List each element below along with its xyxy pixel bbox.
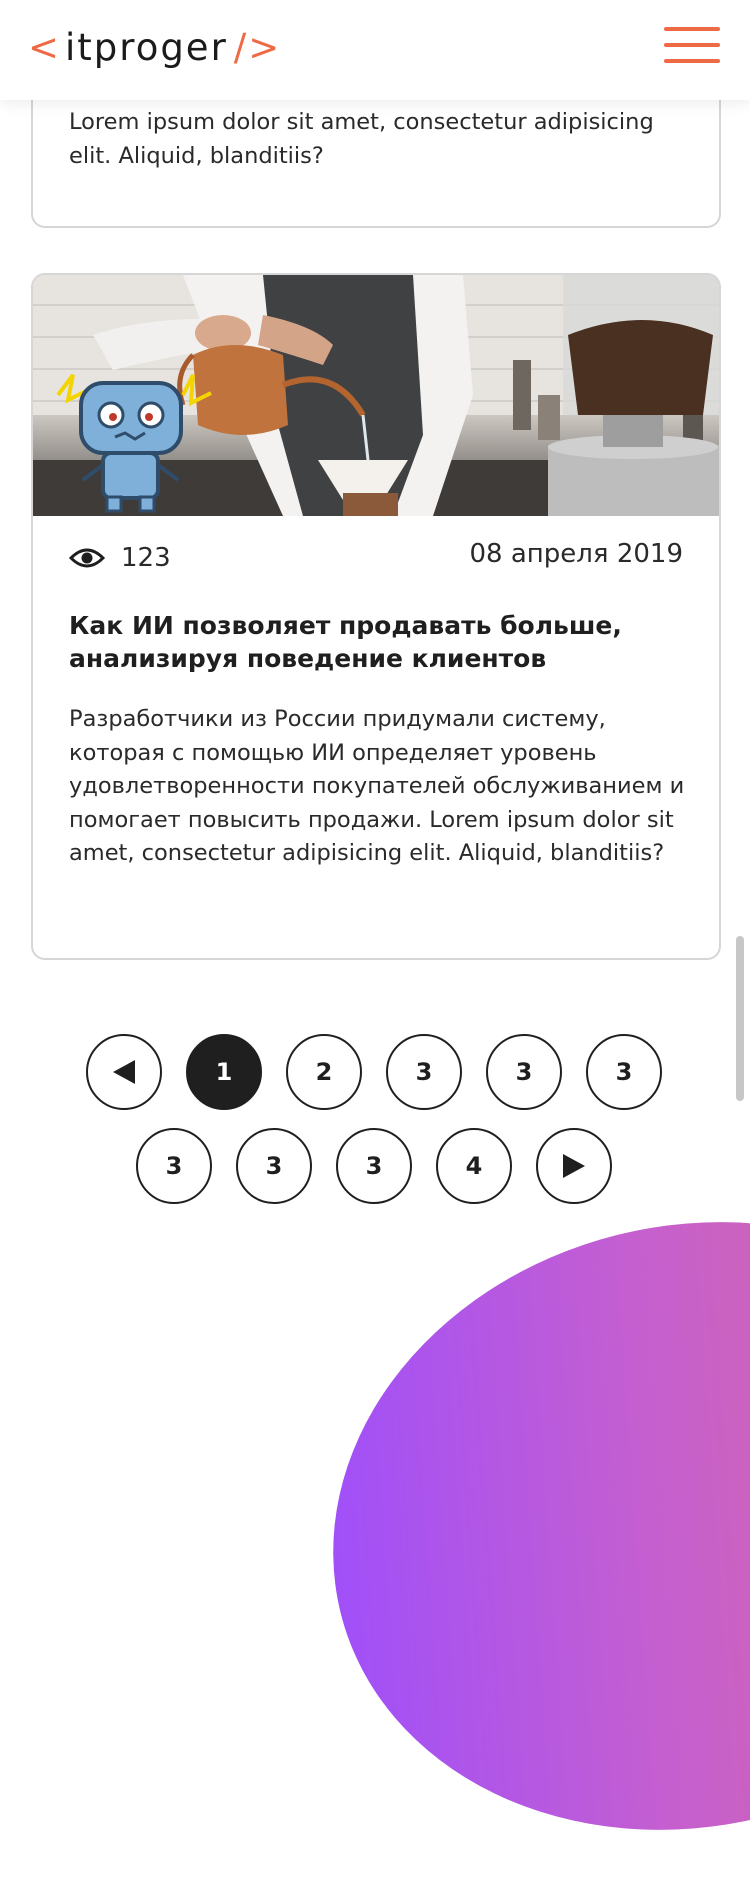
article-image[interactable] (33, 275, 719, 516)
pagination-page[interactable]: 3 (136, 1128, 212, 1204)
menu-icon-bar (664, 59, 720, 63)
menu-icon-bar (664, 27, 720, 31)
article-card[interactable]: 123 08 апреля 2019 Как ИИ позволяет прод… (31, 273, 721, 960)
triangle-left-icon (113, 1060, 135, 1084)
pagination-page-2[interactable]: 2 (286, 1034, 362, 1110)
article-excerpt: Разработчики из России придумали систему… (69, 706, 685, 866)
scrollbar[interactable] (736, 936, 744, 1101)
article-photo-illustration (33, 275, 719, 516)
logo-text: itproger (65, 25, 228, 69)
decorative-gradient (268, 1147, 750, 1904)
pagination-page[interactable]: 3 (386, 1034, 462, 1110)
logo-left-bracket: < (28, 25, 62, 69)
triangle-right-icon (563, 1154, 585, 1178)
pagination-page-1[interactable]: 1 (186, 1034, 262, 1110)
views-counter: 123 (69, 543, 171, 573)
article-title[interactable]: Как ИИ позволяет продавать больше, анали… (69, 609, 689, 675)
menu-icon-bar (664, 43, 720, 47)
site-header: < itproger /> (0, 0, 750, 100)
pagination-next-button[interactable] (536, 1128, 612, 1204)
pagination-page[interactable]: 3 (236, 1128, 312, 1204)
pagination-page[interactable]: 3 (336, 1128, 412, 1204)
views-count: 123 (121, 543, 171, 573)
article-excerpt: Lorem ipsum dolor sit amet, consectetur … (69, 109, 654, 169)
logo-right-bracket: /> (233, 25, 282, 69)
pagination-page[interactable]: 3 (586, 1034, 662, 1110)
pagination-prev-button[interactable] (86, 1034, 162, 1110)
logo[interactable]: < itproger /> (28, 22, 281, 72)
pagination-page[interactable]: 3 (486, 1034, 562, 1110)
pagination-page-4[interactable]: 4 (436, 1128, 512, 1204)
publish-date: 08 апреля 2019 (469, 539, 683, 569)
hamburger-menu-button[interactable] (664, 27, 720, 65)
eye-icon (69, 548, 105, 568)
